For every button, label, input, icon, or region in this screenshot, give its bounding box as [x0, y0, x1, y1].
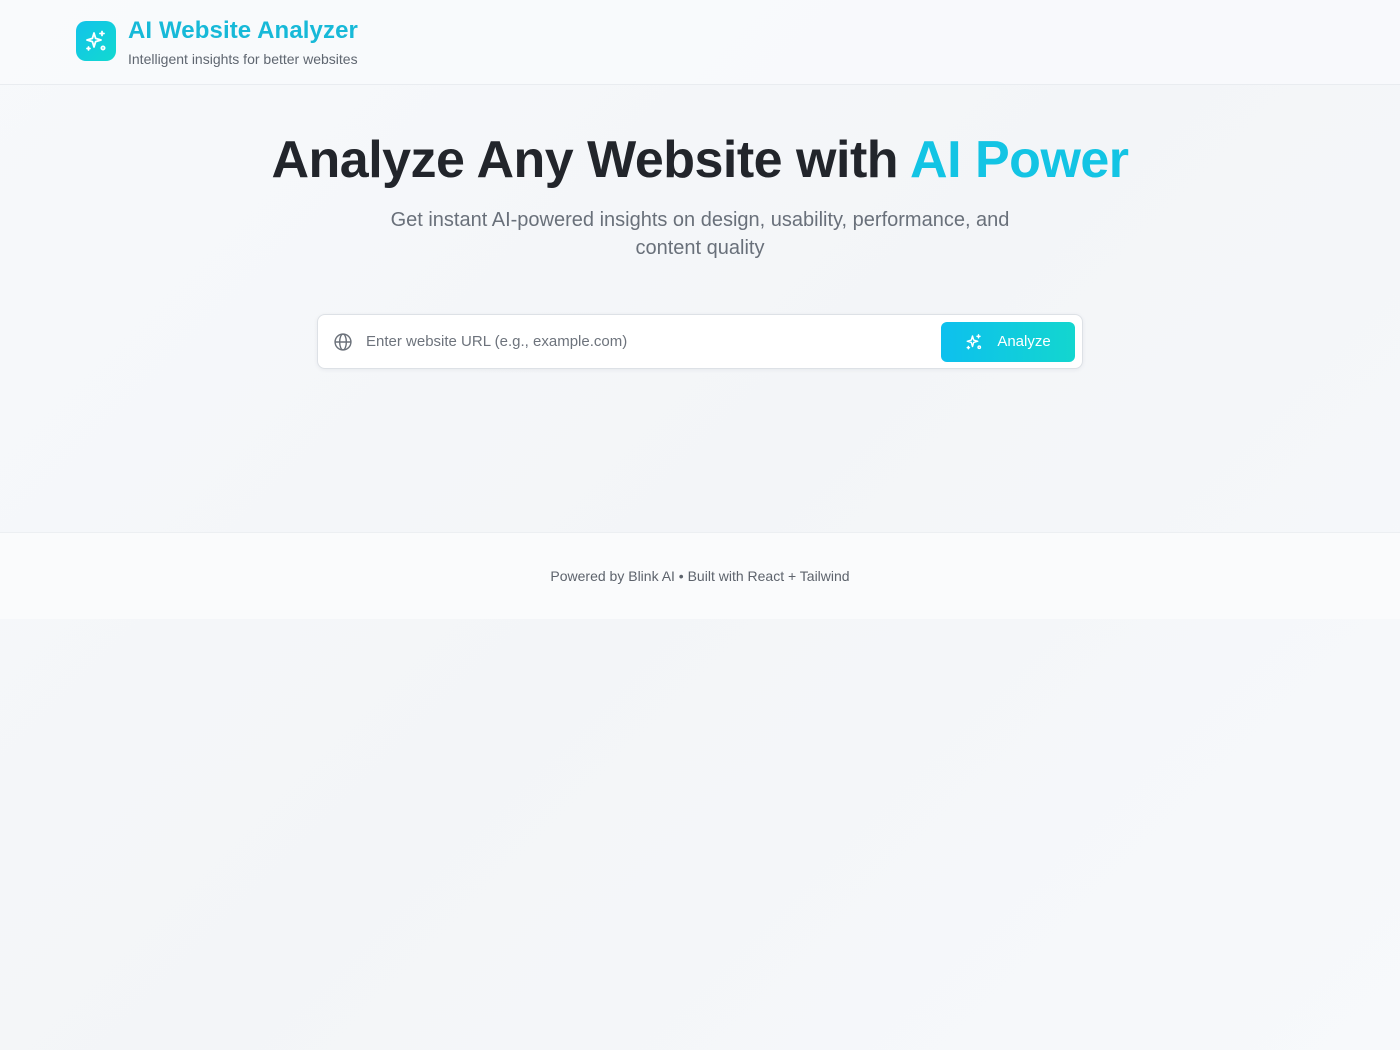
page-subtitle: Get instant AI-powered insights on desig…	[390, 209, 1010, 259]
url-search-bar: Analyze	[317, 314, 1083, 369]
main-content: Analyze Any Website with AI Power Get in…	[0, 85, 1400, 369]
analyze-button[interactable]: Analyze	[941, 321, 1075, 362]
brand-subtitle: Intelligent insights for better websites	[128, 50, 358, 67]
logo	[76, 21, 116, 61]
app-header: AI Website Analyzer Intelligent insights…	[0, 0, 1400, 85]
brand-title: AI Website Analyzer	[128, 16, 358, 44]
url-input[interactable]	[366, 321, 941, 362]
globe-icon	[332, 331, 354, 353]
footer-credits: Powered by Blink AI • Built with React +…	[550, 568, 850, 584]
page-title: Analyze Any Website with AI Power	[0, 129, 1400, 191]
page-title-accent: AI Power	[910, 131, 1129, 189]
analyze-button-label: Analyze	[997, 333, 1051, 350]
page-title-main: Analyze Any Website with	[271, 131, 911, 189]
sparkles-icon	[86, 30, 106, 51]
sparkles-icon	[965, 333, 983, 351]
hero-section: Analyze Any Website with AI Power Get in…	[0, 85, 1400, 262]
brand: AI Website Analyzer Intelligent insights…	[128, 17, 358, 68]
page-footer: Powered by Blink AI • Built with React +…	[0, 532, 1400, 619]
